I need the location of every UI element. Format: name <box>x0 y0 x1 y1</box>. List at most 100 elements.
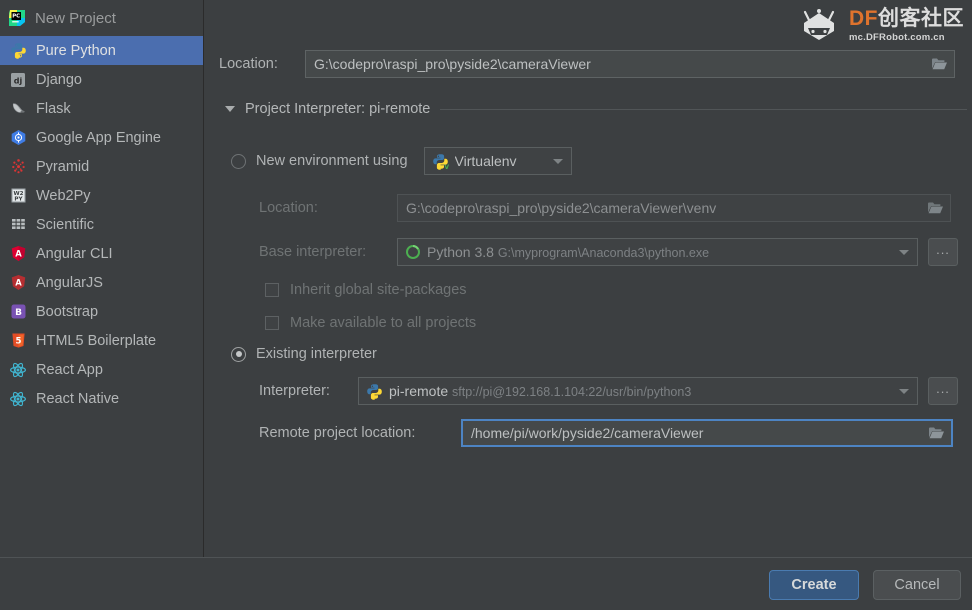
sidebar-item-label: Pyramid <box>36 158 90 175</box>
remote-project-location-value: /home/pi/work/pyside2/cameraViewer <box>471 425 704 441</box>
project-location-value: G:\codepro\raspi_pro\pyside2\cameraViewe… <box>314 56 591 72</box>
new-environment-radio-row[interactable]: New environment using V Virtualenv <box>231 147 572 175</box>
base-interpreter-combo[interactable]: Python 3.8 G:\myprogram\Anaconda3\python… <box>397 238 918 266</box>
existing-interpreter-label: Existing interpreter <box>256 346 377 362</box>
make-available-all-projects-row[interactable]: Make available to all projects <box>265 315 476 331</box>
sidebar-item-google-app-engine[interactable]: Google App Engine <box>0 123 203 152</box>
remote-project-location-row: Remote project location: /home/pi/work/p… <box>259 419 953 447</box>
react-icon <box>9 361 27 379</box>
interpreter-browse-button[interactable]: ... <box>928 377 958 405</box>
interpreter-path: sftp://pi@192.168.1.104:22/usr/bin/pytho… <box>452 385 692 399</box>
sidebar-item-html5-boilerplate[interactable]: 5 HTML5 Boilerplate <box>0 326 203 355</box>
base-interpreter-value: Python 3.8 G:\myprogram\Anaconda3\python… <box>427 244 893 260</box>
angular-icon: A <box>9 245 27 263</box>
cancel-button[interactable]: Cancel <box>873 570 961 600</box>
cancel-button-label: Cancel <box>894 577 940 593</box>
create-button[interactable]: Create <box>769 570 859 600</box>
interpreter-label: Interpreter: <box>259 383 330 399</box>
watermark-brand-cjk: 创客社区 <box>878 6 964 30</box>
base-interpreter-path: G:\myprogram\Anaconda3\python.exe <box>497 246 710 260</box>
chevron-down-icon[interactable] <box>552 158 563 164</box>
svg-text:R: R <box>378 394 383 400</box>
remote-project-location-input[interactable]: /home/pi/work/pyside2/cameraViewer <box>461 419 953 447</box>
sidebar-item-react-app[interactable]: React App <box>0 355 203 384</box>
new-environment-radio[interactable] <box>231 153 246 169</box>
sidebar-item-label: Scientific <box>36 216 95 233</box>
interpreter-combo[interactable]: R pi-remote sftp://pi@192.168.1.104:22/u… <box>358 377 918 405</box>
base-interpreter-browse-label: ... <box>936 241 950 257</box>
venv-location-value: G:\codepro\raspi_pro\pyside2\cameraViewe… <box>406 200 717 216</box>
sidebar-item-label: Angular CLI <box>36 245 113 262</box>
sidebar-item-django[interactable]: dj Django <box>0 65 203 94</box>
env-type-combo[interactable]: V Virtualenv <box>423 147 572 175</box>
inherit-global-site-packages-checkbox[interactable] <box>265 283 279 297</box>
existing-interpreter-radio[interactable] <box>231 346 246 362</box>
django-icon: dj <box>9 71 27 89</box>
angularjs-icon: A <box>9 274 27 292</box>
section-divider <box>440 108 967 110</box>
create-button-label: Create <box>791 577 837 593</box>
html5-icon: 5 <box>9 332 27 350</box>
inherit-global-site-packages-label: Inherit global site-packages <box>290 282 467 298</box>
dfrobot-watermark: DF创客社区 mc.DFRobot.com.cn <box>796 4 964 46</box>
sidebar-item-web2py[interactable]: W2 PY Web2Py <box>0 181 203 210</box>
sidebar-item-label: Flask <box>36 100 71 117</box>
interpreter-name: pi-remote <box>389 383 449 399</box>
sidebar-item-react-native[interactable]: React Native <box>0 384 203 413</box>
existing-interpreter-radio-row[interactable]: Existing interpreter <box>231 346 377 362</box>
new-environment-label: New environment using <box>256 153 408 169</box>
interpreter-browse-label: ... <box>936 380 950 396</box>
sidebar-item-label: Web2Py <box>36 187 91 204</box>
python-icon <box>9 42 27 60</box>
scientific-icon <box>9 216 27 234</box>
project-location-input[interactable]: G:\codepro\raspi_pro\pyside2\cameraViewe… <box>305 50 955 78</box>
sidebar-item-flask[interactable]: Flask <box>0 94 203 123</box>
watermark-url: mc.DFRobot.com.cn <box>849 31 945 43</box>
venv-location-input[interactable]: G:\codepro\raspi_pro\pyside2\cameraViewe… <box>397 194 951 222</box>
svg-text:PC: PC <box>12 14 20 20</box>
chevron-down-icon[interactable] <box>899 249 909 255</box>
sidebar-item-pure-python[interactable]: Pure Python <box>0 36 203 65</box>
svg-text:PY: PY <box>14 196 23 202</box>
react-icon <box>9 390 27 408</box>
folder-icon[interactable] <box>924 197 946 219</box>
triangle-down-icon[interactable] <box>225 106 235 112</box>
sidebar-item-pyramid[interactable]: Pyramid <box>0 152 203 181</box>
bootstrap-icon: B <box>9 303 27 321</box>
virtualenv-icon: V <box>432 152 449 170</box>
svg-text:dj: dj <box>14 76 23 85</box>
sidebar-item-label: Django <box>36 71 82 88</box>
svg-text:B: B <box>15 308 22 318</box>
sidebar-item-label: AngularJS <box>36 274 103 291</box>
sidebar-item-angular-cli[interactable]: A Angular CLI <box>0 239 203 268</box>
new-project-dialog: PC New Project Pure Python dj Django Fla… <box>0 0 972 610</box>
sidebar-item-bootstrap[interactable]: B Bootstrap <box>0 297 203 326</box>
env-type-value: Virtualenv <box>454 153 517 169</box>
venv-location-row: Location: G:\codepro\raspi_pro\pyside2\c… <box>259 194 951 222</box>
svg-text:V: V <box>444 164 449 170</box>
watermark-brand-latin: DF <box>849 6 878 30</box>
interpreter-row: Interpreter: R pi-remote sftp://pi@192.1… <box>259 377 958 405</box>
dialog-title-bar: PC New Project <box>0 0 203 36</box>
svg-text:A: A <box>15 249 22 259</box>
project-interpreter-section-header[interactable]: Project Interpreter: pi-remote <box>225 101 967 117</box>
sidebar-item-label: Bootstrap <box>36 303 99 320</box>
remote-project-location-label: Remote project location: <box>259 425 416 441</box>
svg-text:5: 5 <box>15 336 21 346</box>
folder-icon[interactable] <box>928 53 950 75</box>
dialog-title: New Project <box>35 9 116 27</box>
base-interpreter-browse-button[interactable]: ... <box>928 238 958 266</box>
sidebar-item-label: Pure Python <box>36 42 116 59</box>
inherit-global-site-packages-row[interactable]: Inherit global site-packages <box>265 282 467 298</box>
sidebar-item-scientific[interactable]: Scientific <box>0 210 203 239</box>
chevron-down-icon[interactable] <box>899 388 909 394</box>
pyramid-icon <box>9 158 27 176</box>
make-available-all-projects-label: Make available to all projects <box>290 315 477 331</box>
sidebar-item-angularjs[interactable]: A AngularJS <box>0 268 203 297</box>
folder-icon[interactable] <box>925 422 947 444</box>
interpreter-value: pi-remote sftp://pi@192.168.1.104:22/usr… <box>389 383 893 399</box>
make-available-all-projects-checkbox[interactable] <box>265 316 279 330</box>
dfrobot-logo-icon <box>796 4 842 46</box>
project-location-row: Location: G:\codepro\raspi_pro\pyside2\c… <box>219 50 955 78</box>
base-interpreter-label: Base interpreter: <box>259 244 367 260</box>
